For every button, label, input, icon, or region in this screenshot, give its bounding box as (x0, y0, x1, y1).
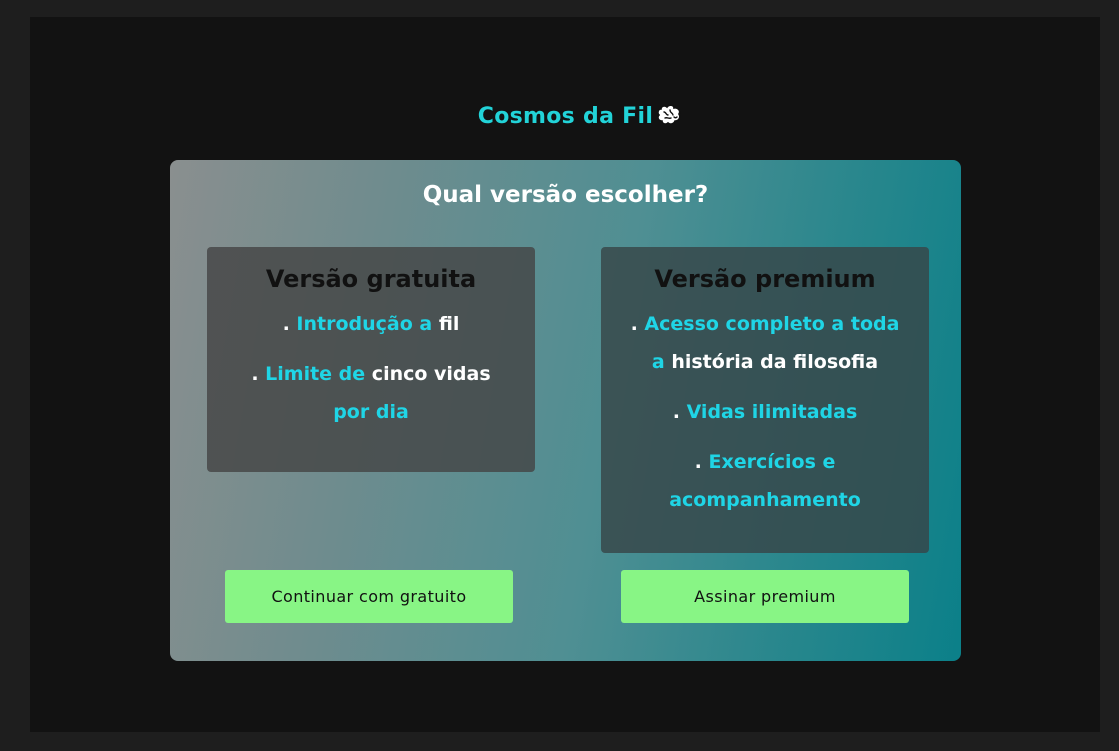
app-screen: Cosmos da Fil Qual versão escolher? Vers… (30, 17, 1100, 732)
app-title: Cosmos da Fil (460, 103, 700, 133)
free-feature-lives: . Limite de cinco vidas por dia (251, 363, 491, 423)
free-plan-card: Versão gratuita . Introdução a fil . Lim… (207, 247, 535, 472)
plan-selection-panel: Qual versão escolher? Versão gratuita . … (170, 160, 961, 661)
panel-title: Qual versão escolher? (422, 182, 709, 208)
premium-plan-card: Versão premium . Acesso completo a toda … (601, 247, 929, 553)
premium-plan-heading: Versão premium (654, 265, 876, 293)
premium-feature-exercises: . Exercícios e acompanhamento (669, 451, 861, 511)
brain-icon (656, 103, 682, 133)
premium-feature-unlimited-lives: . Vidas ilimitadas (672, 401, 858, 423)
app-title-text: Cosmos da Fil (477, 104, 654, 129)
free-plan-heading: Versão gratuita (265, 265, 477, 293)
free-feature-intro: . Introdução a fil (282, 313, 460, 335)
subscribe-premium-button[interactable]: Assinar premium (621, 570, 909, 623)
continue-free-button[interactable]: Continuar com gratuito (225, 570, 513, 623)
premium-feature-full-access: . Acesso completo a toda a história da f… (630, 313, 900, 373)
